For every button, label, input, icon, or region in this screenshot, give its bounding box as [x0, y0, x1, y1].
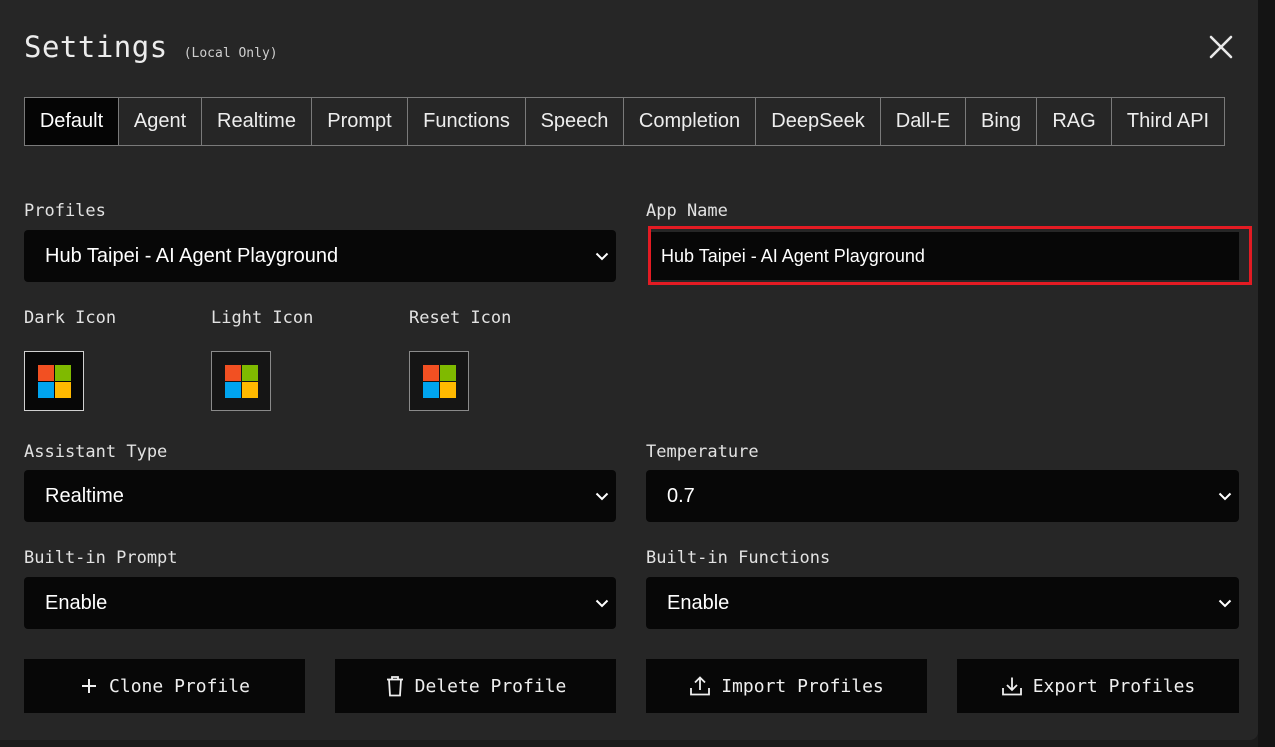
microsoft-logo-icon: [37, 364, 71, 398]
tab-default[interactable]: Default: [25, 98, 119, 145]
import-profiles-label: Import Profiles: [721, 675, 884, 697]
chevron-down-icon: [595, 492, 609, 501]
dark-icon-picker[interactable]: [24, 351, 84, 411]
settings-dialog: Settings (Local Only) Default Agent Real…: [0, 0, 1258, 740]
builtin-prompt-label: Built-in Prompt: [24, 548, 178, 568]
tab-third-api[interactable]: Third API: [1112, 98, 1224, 145]
profiles-label: Profiles: [24, 201, 106, 221]
profiles-select[interactable]: Hub Taipei - AI Agent Playground: [24, 230, 616, 282]
tab-completion[interactable]: Completion: [624, 98, 756, 145]
delete-profile-label: Delete Profile: [414, 675, 567, 697]
tab-dall-e[interactable]: Dall-E: [881, 98, 966, 145]
temperature-label: Temperature: [646, 442, 759, 462]
plus-icon: [82, 679, 97, 693]
assistant-type-label: Assistant Type: [24, 442, 168, 462]
temperature-select[interactable]: 0.7: [646, 470, 1239, 522]
download-icon: [1001, 677, 1022, 696]
tab-realtime[interactable]: Realtime: [202, 98, 312, 145]
reset-icon-label: Reset Icon: [409, 308, 512, 328]
builtin-prompt-value: Enable: [45, 591, 108, 614]
chevron-down-icon: [1218, 599, 1232, 608]
light-icon-label: Light Icon: [211, 308, 314, 328]
tab-deepseek[interactable]: DeepSeek: [756, 98, 881, 145]
builtin-prompt-select[interactable]: Enable: [24, 577, 616, 629]
clone-profile-label: Clone Profile: [109, 675, 250, 697]
app-name-label: App Name: [646, 201, 728, 221]
microsoft-logo-icon: [224, 364, 258, 398]
assistant-type-select[interactable]: Realtime: [24, 470, 616, 522]
close-button[interactable]: [1204, 30, 1238, 64]
export-profiles-button[interactable]: Export Profiles: [957, 659, 1239, 713]
close-icon: [1209, 35, 1233, 59]
temperature-value: 0.7: [667, 484, 695, 507]
app-name-input[interactable]: Hub Taipei - AI Agent Playground: [651, 232, 1239, 280]
chevron-down-icon: [595, 599, 609, 608]
tab-functions[interactable]: Functions: [408, 98, 526, 145]
chevron-down-icon: [595, 252, 609, 261]
tab-bing[interactable]: Bing: [966, 98, 1037, 145]
tab-rag[interactable]: RAG: [1037, 98, 1112, 145]
export-profiles-label: Export Profiles: [1032, 675, 1196, 697]
builtin-functions-label: Built-in Functions: [646, 548, 831, 568]
tab-prompt[interactable]: Prompt: [312, 98, 408, 145]
dialog-header: Settings (Local Only): [24, 30, 278, 64]
app-name-value: Hub Taipei - AI Agent Playground: [661, 245, 925, 266]
light-icon-picker[interactable]: [211, 351, 271, 411]
clone-profile-button[interactable]: Clone Profile: [24, 659, 305, 713]
profiles-select-value: Hub Taipei - AI Agent Playground: [45, 244, 339, 267]
builtin-functions-value: Enable: [667, 591, 730, 614]
trash-icon: [386, 676, 403, 697]
chevron-down-icon: [1218, 492, 1232, 501]
tab-speech[interactable]: Speech: [526, 98, 624, 145]
upload-icon: [690, 676, 711, 696]
background-window-edge: [1258, 0, 1275, 747]
dialog-title: Settings: [24, 30, 168, 64]
dialog-subtitle: (Local Only): [183, 46, 278, 61]
settings-tabs: Default Agent Realtime Prompt Functions …: [24, 97, 1225, 146]
dark-icon-label: Dark Icon: [24, 308, 117, 328]
import-profiles-button[interactable]: Import Profiles: [646, 659, 927, 713]
microsoft-logo-icon: [422, 364, 456, 398]
tab-agent[interactable]: Agent: [119, 98, 202, 145]
builtin-functions-select[interactable]: Enable: [646, 577, 1239, 629]
assistant-type-value: Realtime: [45, 484, 124, 507]
delete-profile-button[interactable]: Delete Profile: [335, 659, 616, 713]
reset-icon-button[interactable]: [409, 351, 469, 411]
